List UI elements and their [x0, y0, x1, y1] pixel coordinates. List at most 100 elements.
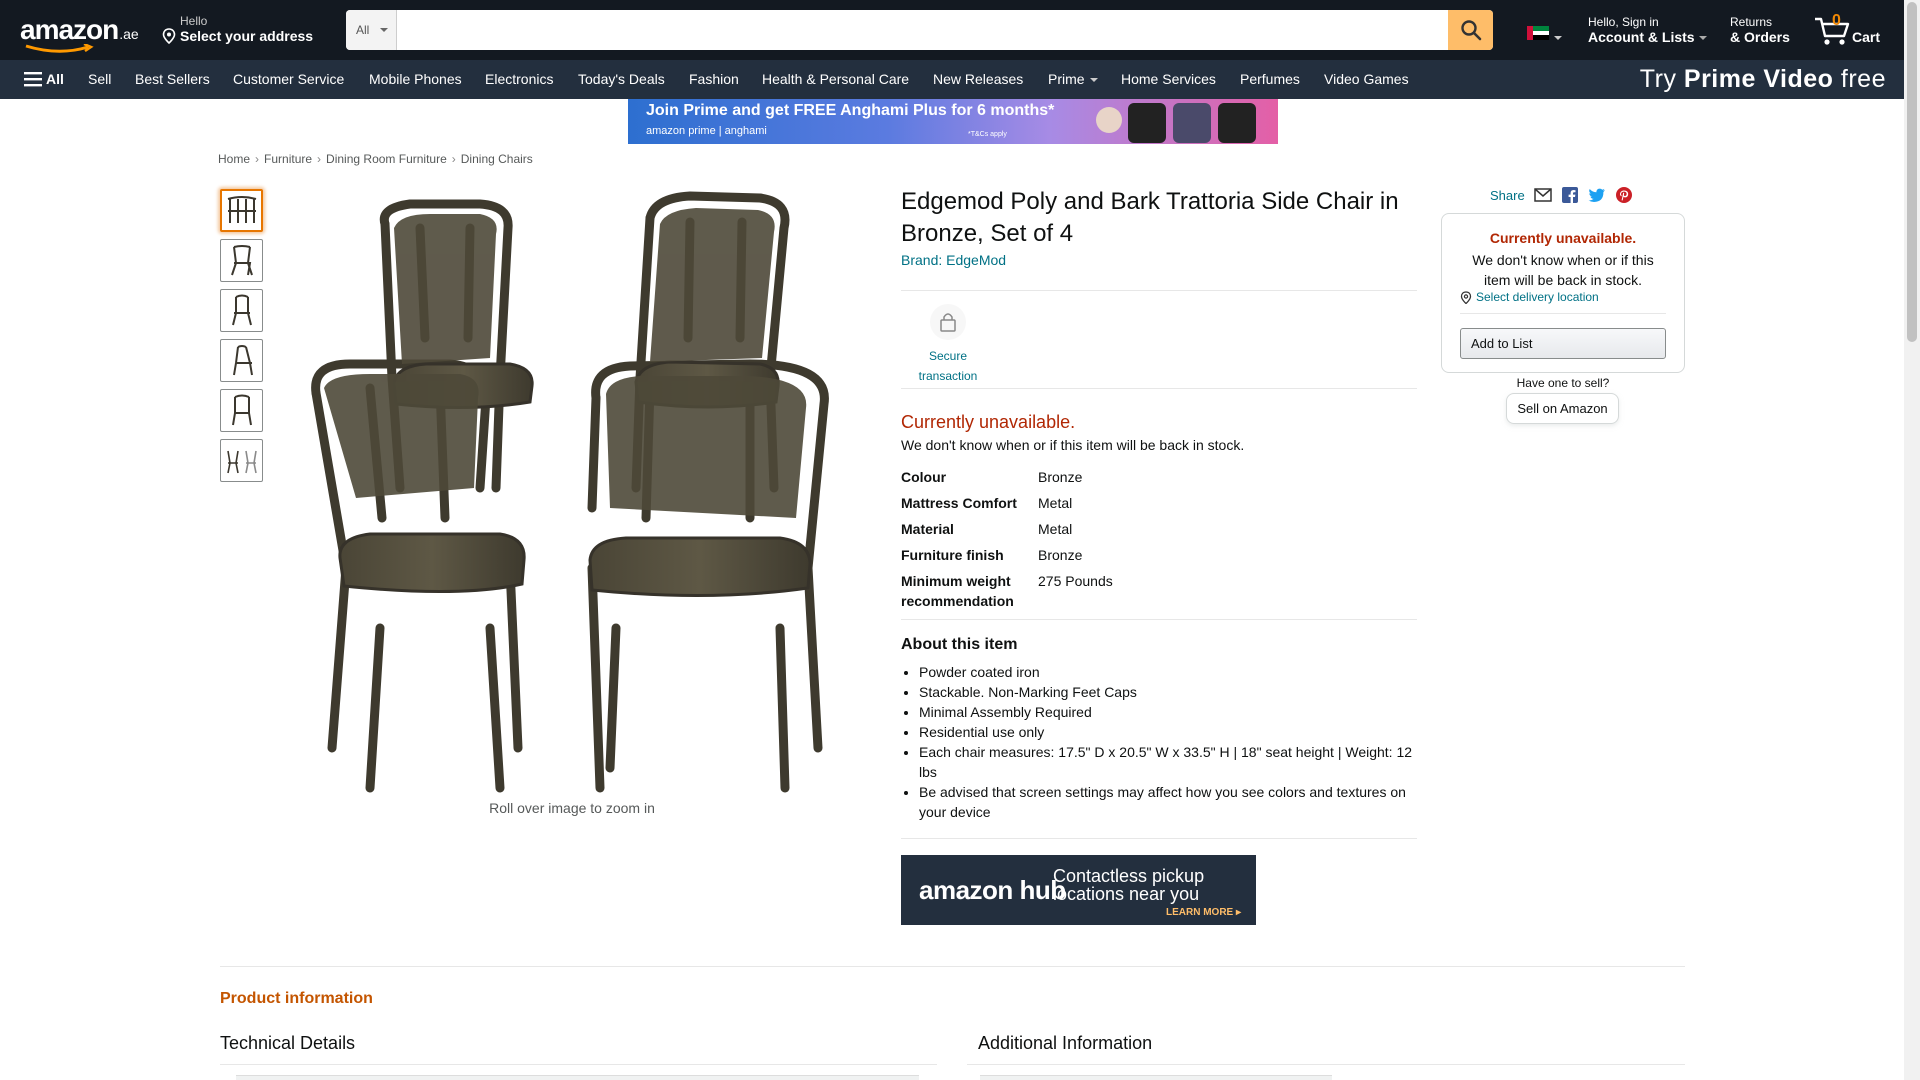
spec-row: Minimum weight recommendation 275 Pounds: [901, 573, 1113, 609]
banner-image: [1173, 103, 1211, 143]
thumbnail-6[interactable]: [220, 439, 263, 482]
amazon-logo[interactable]: amazon.ae: [20, 14, 145, 53]
secure-transaction[interactable]: Secure transaction: [901, 300, 995, 386]
product-specs: Colour Bronze Mattress Comfort Metal Mater…: [901, 467, 1338, 617]
twitter-icon[interactable]: [1588, 187, 1606, 203]
sell-on-amazon-button[interactable]: Sell on Amazon: [1506, 393, 1619, 424]
top-header: amazon.ae Hello Select your address All …: [0, 0, 1904, 60]
chair-image: [231, 294, 252, 325]
location-pin-icon: [1460, 291, 1472, 305]
nav-item-fashion[interactable]: Fashion: [689, 71, 739, 87]
hamburger-menu-icon[interactable]: [24, 72, 42, 87]
search-category-select[interactable]: All: [346, 10, 397, 50]
breadcrumb-dining-room-furniture[interactable]: Dining Room Furniture: [326, 152, 447, 166]
nav-item-perfumes[interactable]: Perfumes: [1240, 71, 1300, 87]
search-button[interactable]: [1448, 10, 1493, 50]
orders-label: & Orders: [1730, 29, 1790, 45]
list-item: Each chair measures: 17.5" D x 20.5" W x…: [919, 742, 1417, 782]
cart-label: Cart: [1852, 29, 1881, 45]
deliver-greeting: Hello: [180, 14, 208, 28]
zoom-hint: Roll over image to zoom in: [489, 800, 655, 816]
divider: [967, 1064, 1685, 1065]
prime-anghami-banner[interactable]: Join Prime and get FREE Anghami Plus for…: [628, 99, 1278, 144]
nav-item-new-releases[interactable]: New Releases: [933, 71, 1023, 87]
brand-link[interactable]: Brand: EdgeMod: [901, 252, 1006, 268]
hub-tagline: Contactless pickup locations near you: [1053, 866, 1205, 904]
thumbnail-3[interactable]: [220, 289, 263, 332]
thumbnail-4[interactable]: [220, 339, 263, 382]
nav-item-todays-deals[interactable]: Today's Deals: [578, 71, 665, 87]
thumbnail-5[interactable]: [220, 389, 263, 432]
spec-row: Mattress Comfort Metal: [901, 495, 1073, 511]
nav-item-electronics[interactable]: Electronics: [485, 71, 553, 87]
about-heading: About this item: [901, 636, 1018, 653]
nav-item-prime[interactable]: Prime: [1048, 71, 1098, 87]
search-input[interactable]: [398, 10, 1449, 50]
breadcrumb-dining-chairs[interactable]: Dining Chairs: [461, 152, 533, 166]
product-title: Edgemod Poly and Bark Trattoria Side Cha…: [901, 188, 1399, 247]
thumbnail-1[interactable]: [220, 189, 263, 232]
amazon-hub-ad[interactable]: amazon hub Contactless pickup locations …: [901, 855, 1256, 925]
nav-item-best-sellers[interactable]: Best Sellers: [135, 71, 210, 87]
prime-video-promo[interactable]: Try Prime Video free: [1640, 65, 1886, 94]
nav-bar: All Sell Best Sellers Customer Service M…: [0, 60, 1904, 99]
list-item: Powder coated iron: [919, 662, 1417, 682]
product-information-heading: Product information: [220, 990, 373, 1007]
returns-label: Returns: [1730, 15, 1773, 29]
account-lists[interactable]: Hello, Sign in Account & Lists: [1588, 15, 1707, 45]
banner-image: [1218, 103, 1256, 143]
search-icon: [1460, 20, 1481, 41]
availability-message: We don't know when or if this item will …: [901, 437, 1245, 453]
pinterest-icon[interactable]: [1616, 187, 1632, 203]
account-greeting: Hello, Sign in: [1588, 15, 1659, 29]
banner-terms: *T&Cs apply: [968, 131, 1007, 138]
share-label: Share: [1490, 188, 1525, 203]
cart-button[interactable]: 0 Cart: [1814, 12, 1884, 48]
returns-orders[interactable]: Returns & Orders: [1730, 15, 1790, 45]
page-scrollbar[interactable]: [1904, 0, 1920, 1080]
chevron-right-icon: ›: [255, 152, 260, 166]
have-one-to-sell: Have one to sell?: [1516, 376, 1610, 390]
list-item: Stackable. Non-Marking Feet Caps: [919, 682, 1417, 702]
technical-details-heading: Technical Details: [220, 1033, 356, 1053]
add-to-list-button[interactable]: Add to List: [1460, 328, 1666, 359]
chair-image: [226, 450, 257, 473]
nav-item-home-services[interactable]: Home Services: [1121, 71, 1216, 87]
thumbnail-2[interactable]: [220, 239, 263, 282]
spec-row: Material Metal: [901, 521, 1073, 537]
nav-item-health-personal-care[interactable]: Health & Personal Care: [762, 71, 909, 87]
hub-brand: amazon hub: [919, 875, 1066, 905]
chair-image: [230, 244, 253, 275]
buybox-availability: Currently unavailable.: [1489, 230, 1637, 246]
image-thumbnails: [220, 189, 263, 489]
nav-item-customer-service[interactable]: Customer Service: [233, 71, 344, 87]
additional-information-heading: Additional Information: [978, 1033, 1153, 1053]
buy-box: Currently unavailable. We don't know whe…: [1441, 213, 1685, 373]
nav-item-mobile-phones[interactable]: Mobile Phones: [369, 71, 462, 87]
banner-brands: amazon prime | anghami: [646, 125, 767, 137]
select-delivery-location[interactable]: Select delivery location: [1460, 290, 1599, 305]
email-icon[interactable]: [1534, 187, 1552, 203]
nav-all[interactable]: All: [46, 71, 64, 87]
banner-headline: Join Prime and get FREE Anghami Plus for…: [646, 102, 1055, 119]
language-flag-icon[interactable]: [1527, 26, 1549, 40]
technical-details-table: [236, 1075, 919, 1080]
nav-item-video-games[interactable]: Video Games: [1324, 71, 1409, 87]
list-item: Residential use only: [919, 722, 1417, 742]
nav-item-sell[interactable]: Sell: [88, 71, 111, 87]
banner-image: [1096, 107, 1122, 133]
share-icons: [1534, 187, 1632, 203]
breadcrumb-furniture[interactable]: Furniture: [264, 152, 312, 166]
breadcrumb-home[interactable]: Home: [218, 152, 250, 166]
scrollbar-thumb[interactable]: [1907, 2, 1917, 342]
about-bullets: Powder coated iron Stackable. Non-Markin…: [901, 662, 1417, 822]
divider: [220, 1064, 937, 1065]
chevron-right-icon: ›: [317, 152, 322, 166]
main-product-image[interactable]: [310, 188, 834, 798]
buybox-message: We don't know when or if this item will …: [1472, 252, 1654, 288]
chevron-down-icon: [1698, 36, 1707, 41]
facebook-icon[interactable]: [1562, 187, 1578, 203]
smile-icon: [25, 44, 94, 53]
spec-row: Furniture finish Bronze: [901, 547, 1083, 563]
deliver-to[interactable]: Hello Select your address: [160, 14, 313, 44]
